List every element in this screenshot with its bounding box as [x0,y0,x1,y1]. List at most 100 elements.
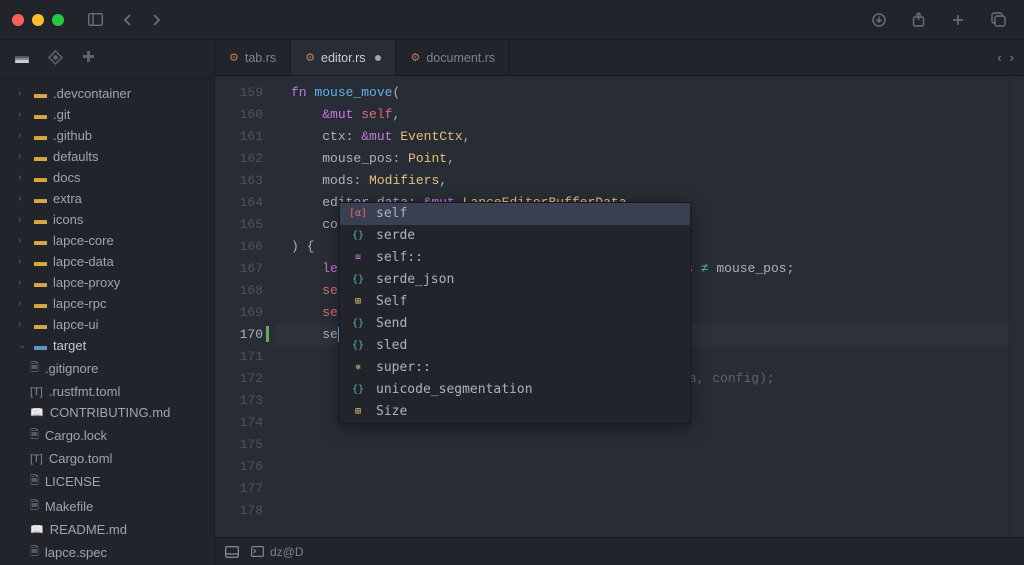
folder-item[interactable]: ›▬extra [0,188,214,209]
file-item[interactable]: 🗎lapce.spec [0,540,214,565]
autocomplete-item[interactable]: ⊞Size [340,401,690,423]
gutter: 1591601611621631641651661671681691701711… [215,76,275,537]
folder-item[interactable]: › ▬ .github [0,125,214,146]
file-item[interactable]: [T]Cargo.toml [0,448,214,469]
autocomplete-popup[interactable]: [α]self{}serde≡self::{}serde_json⊞Self{}… [339,202,691,424]
autocomplete-item[interactable]: ≡self:: [340,247,690,269]
tab-label: editor.rs [321,51,365,65]
folder-item[interactable]: ›▬lapce-ui [0,314,214,335]
autocomplete-item[interactable]: {}unicode_segmentation [340,379,690,401]
download-icon[interactable] [866,6,892,33]
title-bar [0,0,1024,40]
tab-label: document.rs [426,51,495,65]
folder-item[interactable]: ›▬.devcontainer [0,83,214,104]
line-number: 177 [215,478,263,500]
panel-toggle-icon[interactable] [225,546,239,558]
terminal-status[interactable]: dz@D [251,545,304,559]
folder-icon: ▬ [34,296,47,311]
autocomplete-item[interactable]: {}serde_json [340,269,690,291]
folder-item[interactable]: ›▬icons [0,209,214,230]
completion-kind-mod-icon: {} [350,338,366,354]
tab-document-rs[interactable]: ⚙ document.rs [396,40,510,75]
folder-item[interactable]: ›▬lapce-proxy [0,272,214,293]
minimap[interactable] [1009,76,1024,537]
rust-icon: ⚙ [410,51,420,64]
completion-label: serde_json [376,269,454,291]
nav-back-icon[interactable] [117,7,139,33]
sidebar-toggle-icon[interactable] [82,7,109,32]
folder-icon: ▬ [34,191,47,206]
autocomplete-item[interactable]: ⎈ super:: [340,357,690,379]
close-window-button[interactable] [12,14,24,26]
file-item[interactable]: 📖README.md [0,519,214,540]
file-tree[interactable]: ›▬.devcontainer›▬.git›▬.github›▬defaults… [0,79,214,565]
autocomplete-item[interactable]: ⊞Self [340,291,690,313]
autocomplete-item[interactable]: {}serde [340,225,690,247]
files-icon[interactable] [14,50,30,68]
chevron-right-icon: › [18,298,28,309]
folder-item[interactable]: ›▬lapce-core [0,230,214,251]
file-icon: 📖 [30,523,44,536]
file-item[interactable]: 🗎LICENSE [0,469,214,494]
share-icon[interactable] [906,6,931,33]
maximize-window-button[interactable] [52,14,64,26]
line-number: 167 [215,258,263,280]
source-control-icon[interactable] [48,50,63,68]
line-number: 178 [215,500,263,522]
tree-item-label: docs [53,170,80,185]
chevron-right-icon: › [18,130,28,141]
code[interactable]: fn mouse_move( &mut self, ctx: &mut Even… [275,76,1009,537]
extensions-icon[interactable] [81,50,96,68]
folder-item[interactable]: ›▬.git [0,104,214,125]
tab-next-icon[interactable]: › [1010,50,1014,65]
line-number: 165 [215,214,263,236]
folder-item[interactable]: ⌄▬target [0,335,214,356]
tree-item-label: defaults [53,149,99,164]
file-item[interactable]: 🗎Cargo.lock [0,423,214,448]
new-tab-icon[interactable] [945,6,971,33]
file-icon: [T] [30,386,43,398]
completion-kind-mod-icon: {} [350,316,366,332]
duplicate-icon[interactable] [985,6,1012,33]
completion-kind-key-icon: ⎈ [350,360,366,376]
tab-prev-icon[interactable]: ‹ [997,50,1001,65]
line-number: 168 [215,280,263,302]
tree-item-label: Cargo.toml [49,451,113,466]
folder-item[interactable]: ›▬defaults [0,146,214,167]
folder-item[interactable]: ›▬lapce-data [0,251,214,272]
chevron-down-icon: ⌄ [18,340,28,351]
tree-item-label: extra [53,191,82,206]
tree-item-label: Makefile [45,499,93,514]
file-item[interactable]: [T].rustfmt.toml [0,381,214,402]
line-number: 163 [215,170,263,192]
folder-icon: ▬ [34,170,47,185]
tab-editor-rs[interactable]: ⚙editor.rs [291,40,396,75]
tree-item-label: lapce-ui [53,317,99,332]
completion-kind-struct-icon: ⊞ [350,404,366,420]
file-item[interactable]: 🗎.gitignore [0,356,214,381]
autocomplete-item[interactable]: [α]self [340,203,690,225]
tree-item-label: icons [53,212,83,227]
file-item[interactable]: 📖CONTRIBUTING.md [0,402,214,423]
nav-forward-icon[interactable] [145,7,167,33]
tree-item-label: LICENSE [45,474,101,489]
folder-item[interactable]: ›▬docs [0,167,214,188]
file-icon: 📖 [30,406,44,419]
folder-item[interactable]: ›▬lapce-rpc [0,293,214,314]
folder-icon: ▬ [34,128,47,143]
main-layout: ›▬.devcontainer›▬.git›▬.github›▬defaults… [0,40,1024,565]
code-area[interactable]: 1591601611621631641651661671681691701711… [215,76,1024,537]
tab-tab-rs[interactable]: ⚙tab.rs [215,40,291,75]
tree-item-label: .git [53,107,70,122]
tree-item-label: .github [53,128,92,143]
file-item[interactable]: 🗎Makefile [0,494,214,519]
completion-label: super:: [376,357,431,379]
chevron-right-icon: › [18,151,28,162]
autocomplete-item[interactable]: {}sled [340,335,690,357]
line-number: 161 [215,126,263,148]
autocomplete-item[interactable]: {}Send [340,313,690,335]
tree-item-label: lapce-proxy [53,275,120,290]
tree-item-label: lapce.spec [45,545,107,560]
rust-icon: ⚙ [229,51,239,64]
minimize-window-button[interactable] [32,14,44,26]
